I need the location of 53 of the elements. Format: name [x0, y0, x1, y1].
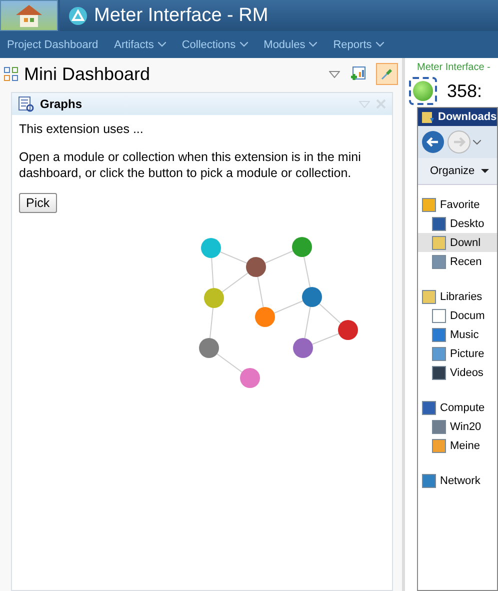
tree-group[interactable]: Libraries — [418, 287, 497, 306]
tree-item[interactable]: Recen — [418, 252, 497, 271]
dashboard-title: Mini Dashboard — [24, 64, 150, 84]
tree-group[interactable]: Favorite — [418, 195, 497, 214]
item-icon — [432, 254, 446, 268]
app-title: Meter Interface - RM — [94, 4, 268, 26]
pick-button[interactable]: Pick — [19, 193, 57, 213]
item-icon — [432, 216, 446, 230]
pin-icon — [380, 67, 394, 81]
folder-icon — [421, 110, 435, 124]
group-icon — [422, 198, 436, 212]
caret-icon[interactable] — [473, 140, 481, 144]
artifact-id: 358: — [447, 80, 482, 102]
nav-menu[interactable]: Reports — [333, 38, 384, 50]
dropdown-icon[interactable] — [329, 70, 340, 78]
nav-menu[interactable]: Collections — [182, 38, 248, 50]
item-icon — [432, 346, 446, 360]
group-icon — [422, 474, 436, 488]
nav-menu[interactable]: Project Dashboard — [7, 38, 98, 50]
tree-item[interactable]: Videos — [418, 363, 497, 382]
back-icon[interactable] — [421, 130, 445, 154]
group-icon — [422, 400, 436, 414]
add-widget-icon[interactable] — [350, 66, 366, 82]
caret-icon — [480, 168, 489, 174]
nav-menu[interactable]: Modules — [264, 38, 318, 50]
tree-item[interactable]: Picture — [418, 344, 497, 363]
tree-item[interactable]: Win20 — [418, 417, 497, 436]
tree-item[interactable]: Music — [418, 325, 497, 344]
nav-menu[interactable]: Artifacts — [114, 38, 166, 50]
artifact-link[interactable]: Meter Interface - — [417, 62, 498, 73]
logo-icon — [68, 6, 88, 26]
instruction-text: Open a module or collection when this extension is in the mini dashboard, or click the button to pick a module or collection. — [19, 149, 362, 181]
item-icon — [432, 438, 446, 452]
item-icon — [432, 366, 446, 380]
tree-item[interactable]: Downl — [418, 233, 497, 252]
tree-item[interactable]: Docum — [418, 306, 497, 325]
tree-item[interactable]: Deskto — [418, 214, 497, 233]
graph-list-icon — [18, 96, 34, 112]
grid-icon — [4, 67, 18, 81]
home-button[interactable] — [0, 0, 58, 31]
tree-item[interactable]: Meine — [418, 436, 497, 455]
group-icon — [422, 290, 436, 304]
item-icon — [432, 420, 446, 434]
item-icon — [432, 236, 446, 250]
item-icon — [432, 308, 446, 322]
tree-group[interactable]: Compute — [418, 398, 497, 417]
tree-group[interactable]: Network — [418, 471, 497, 490]
pin-button[interactable] — [376, 63, 398, 85]
intro-text: This extension uses ... — [19, 121, 144, 137]
window-title: Downloads — [438, 111, 497, 123]
status-indicator — [409, 77, 437, 105]
item-icon — [432, 328, 446, 342]
widget-title: Graphs — [40, 97, 82, 111]
